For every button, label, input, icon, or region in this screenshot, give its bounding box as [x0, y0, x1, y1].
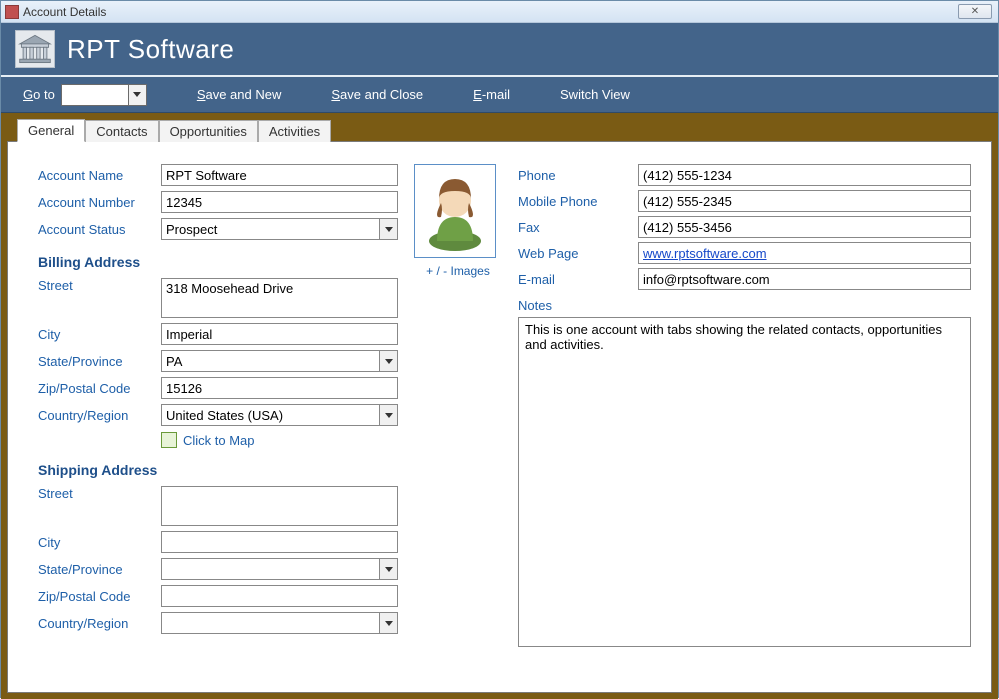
billing-state-label: State/Province [38, 354, 161, 369]
shipping-zip-label: Zip/Postal Code [38, 589, 161, 604]
email-input[interactable] [638, 268, 971, 290]
tab-strip: General Contacts Opportunities Activitie… [17, 117, 992, 141]
account-number-input[interactable] [161, 191, 398, 213]
shipping-country-label: Country/Region [38, 616, 161, 631]
left-column: Account Name Account Number Account Stat… [38, 164, 398, 682]
tab-general[interactable]: General [17, 119, 85, 142]
images-toggle-link[interactable]: + / - Images [414, 264, 502, 278]
shipping-city-input[interactable] [161, 531, 398, 553]
chevron-down-icon[interactable] [128, 85, 146, 105]
app-title: RPT Software [67, 34, 234, 65]
shipping-state-combo[interactable] [161, 558, 398, 580]
right-column: Phone Mobile Phone Fax Web Page www.rpts… [518, 164, 971, 682]
tab-activities[interactable]: Activities [258, 120, 331, 142]
shipping-country-combo[interactable] [161, 612, 398, 634]
window-title: Account Details [23, 5, 106, 19]
shipping-city-label: City [38, 535, 161, 550]
toolbar: Go to Save and New Save and Close E-mail… [1, 77, 998, 113]
goto-label: Go to [23, 87, 55, 102]
mobile-input[interactable] [638, 190, 971, 212]
titlebar: Account Details ✕ [1, 1, 998, 23]
click-to-map-link[interactable]: Click to Map [161, 432, 398, 448]
mobile-label: Mobile Phone [518, 194, 638, 209]
shipping-state-label: State/Province [38, 562, 161, 577]
shipping-street-label: Street [38, 486, 161, 501]
billing-zip-label: Zip/Postal Code [38, 381, 161, 396]
email-label: E-mail [518, 272, 638, 287]
tab-opportunities[interactable]: Opportunities [159, 120, 258, 142]
chevron-down-icon[interactable] [379, 219, 397, 239]
notes-textarea[interactable] [518, 317, 971, 647]
goto-combo[interactable] [61, 84, 147, 106]
form-icon [5, 5, 19, 19]
email-button[interactable]: E-mail [473, 87, 510, 102]
close-button[interactable]: ✕ [958, 4, 992, 19]
account-name-input[interactable] [161, 164, 398, 186]
phone-label: Phone [518, 168, 638, 183]
billing-city-input[interactable] [161, 323, 398, 345]
billing-zip-input[interactable] [161, 377, 398, 399]
billing-heading: Billing Address [38, 254, 398, 270]
notes-label: Notes [518, 298, 971, 313]
chevron-down-icon[interactable] [379, 559, 397, 579]
shipping-zip-input[interactable] [161, 585, 398, 607]
tab-panel-general: Account Name Account Number Account Stat… [7, 141, 992, 693]
account-status-label: Account Status [38, 222, 161, 237]
chevron-down-icon[interactable] [379, 351, 397, 371]
save-and-close-button[interactable]: Save and Close [331, 87, 423, 102]
billing-country-label: Country/Region [38, 408, 161, 423]
shipping-street-input[interactable] [161, 486, 398, 526]
billing-city-label: City [38, 327, 161, 342]
web-link[interactable]: www.rptsoftware.com [638, 242, 971, 264]
window: Account Details ✕ RPT Software Go to Sav… [0, 0, 999, 698]
switch-view-button[interactable]: Switch View [560, 87, 630, 102]
billing-street-input[interactable] [161, 278, 398, 318]
map-icon [161, 432, 177, 448]
goto-group: Go to [23, 84, 147, 106]
avatar-column: + / - Images [414, 164, 502, 682]
content-frame: RPT Software Go to Save and New Save and… [1, 23, 998, 699]
app-header: RPT Software [1, 23, 998, 77]
chevron-down-icon[interactable] [379, 405, 397, 425]
account-name-label: Account Name [38, 168, 161, 183]
fax-label: Fax [518, 220, 638, 235]
web-label: Web Page [518, 246, 638, 261]
body-area: General Contacts Opportunities Activitie… [1, 113, 998, 699]
avatar-image[interactable] [414, 164, 496, 258]
account-number-label: Account Number [38, 195, 161, 210]
billing-state-combo[interactable]: PA [161, 350, 398, 372]
chevron-down-icon[interactable] [379, 613, 397, 633]
phone-input[interactable] [638, 164, 971, 186]
save-and-new-button[interactable]: Save and New [197, 87, 282, 102]
billing-street-label: Street [38, 278, 161, 293]
fax-input[interactable] [638, 216, 971, 238]
tab-contacts[interactable]: Contacts [85, 120, 158, 142]
account-status-value: Prospect [162, 222, 379, 237]
shipping-heading: Shipping Address [38, 462, 398, 478]
bank-icon [15, 30, 55, 68]
account-status-combo[interactable]: Prospect [161, 218, 398, 240]
billing-country-combo[interactable]: United States (USA) [161, 404, 398, 426]
